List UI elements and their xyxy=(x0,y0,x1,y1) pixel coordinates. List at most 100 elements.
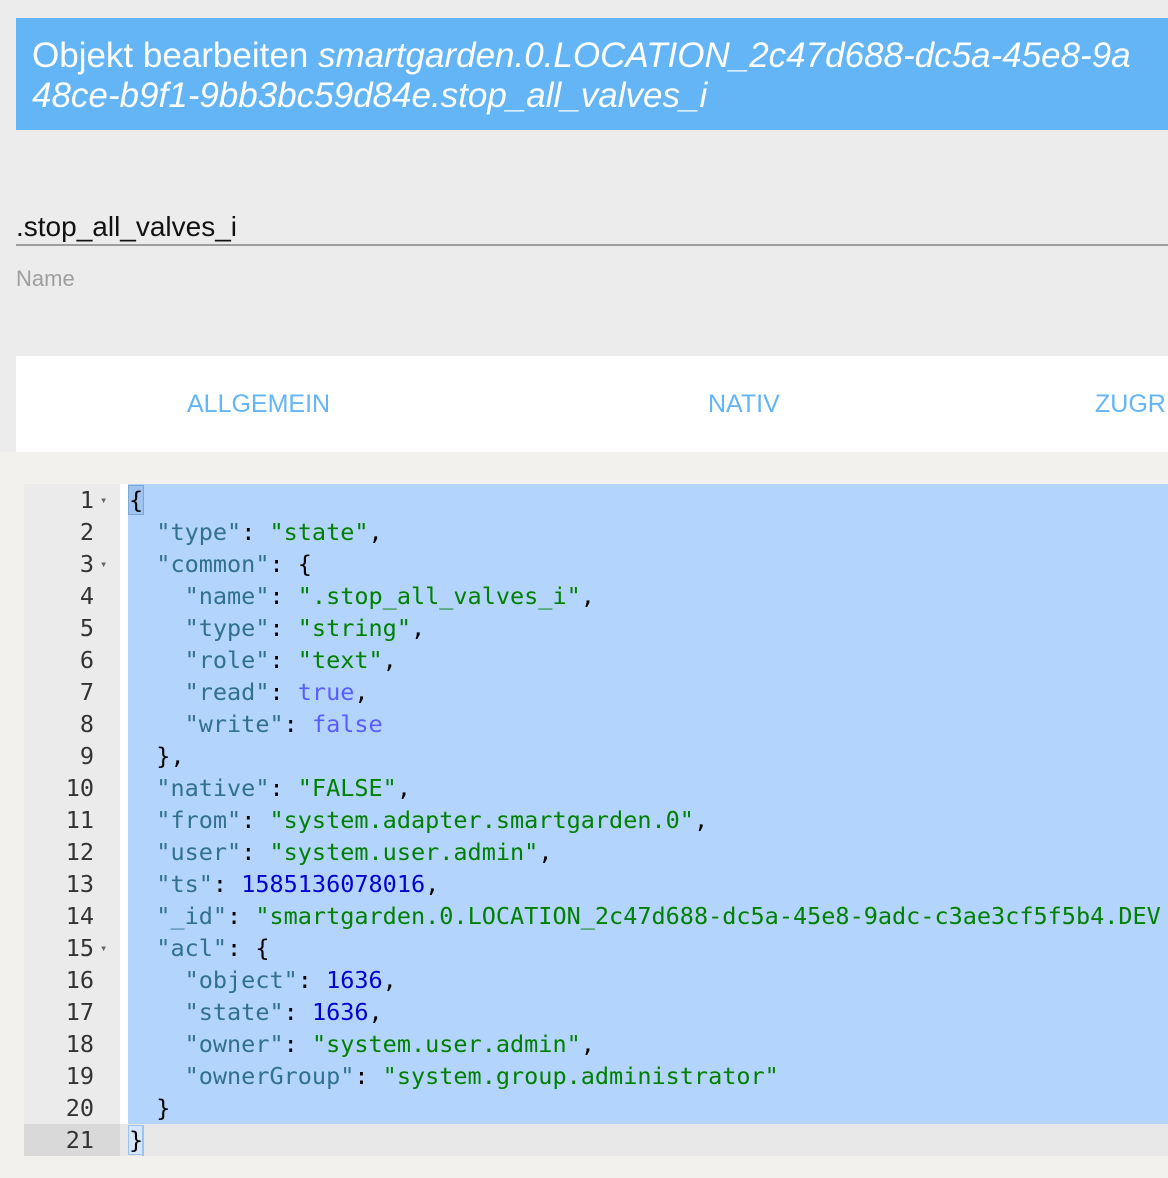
tab-zugriff[interactable]: ZUGRI xyxy=(1095,356,1168,452)
line-number: 21 xyxy=(65,1126,94,1154)
object-id-part-1: smartgarden.0.LOCATION_2c47d688-dc5a-45e… xyxy=(318,36,1131,75)
code-text: "type": "string", xyxy=(128,612,426,644)
code-text: "common": { xyxy=(128,548,312,580)
line-number: 2 xyxy=(79,518,94,546)
object-id-part-2: 48ce-b9f1-9bb3bc59d84e.stop_all_valves_i xyxy=(32,76,708,115)
code-token: "object" xyxy=(184,966,298,994)
code-token: "from" xyxy=(156,806,242,834)
line-number: 3 xyxy=(79,550,94,578)
code-token: : xyxy=(269,614,298,642)
code-token: : xyxy=(354,1062,383,1090)
code-text: "acl": { xyxy=(128,932,270,964)
line-number: 7 xyxy=(79,678,94,706)
code-token: "name" xyxy=(184,582,270,610)
code-token: "smartgarden.0.LOCATION_2c47d688-dc5a-45… xyxy=(255,902,1161,930)
code-token: "system.user.admin" xyxy=(269,838,539,866)
name-input[interactable]: .stop_all_valves_i xyxy=(16,190,1168,244)
line-number: 11 xyxy=(65,806,94,834)
code-token: ".stop_all_valves_i" xyxy=(297,582,581,610)
code-token: "system.adapter.smartgarden.0" xyxy=(269,806,694,834)
line-number: 18 xyxy=(65,1030,94,1058)
tab-nativ[interactable]: NATIV xyxy=(708,356,780,452)
code-token: "ownerGroup" xyxy=(184,1062,355,1090)
code-token: : xyxy=(283,1030,312,1058)
line-number: 16 xyxy=(65,966,94,994)
line-number: 9 xyxy=(79,742,94,770)
code-token: , xyxy=(354,678,369,706)
code-token: }, xyxy=(128,742,185,770)
code-token: : xyxy=(269,678,298,706)
code-token: { xyxy=(128,485,145,515)
name-field-label: Name xyxy=(16,266,75,291)
code-token: false xyxy=(311,710,383,738)
code-token: , xyxy=(693,806,709,834)
fold-arrow-icon[interactable]: ▾ xyxy=(100,932,107,964)
code-token: } xyxy=(128,1094,171,1122)
line-number: 15 xyxy=(65,934,94,962)
code-token: : xyxy=(227,902,256,930)
code-token: "user" xyxy=(156,838,242,866)
code-text: } xyxy=(128,1092,170,1124)
json-editor[interactable]: 1 ▾{2 "type": "state", 3 ▾ "common": {4 "na… xyxy=(24,484,1168,1156)
code-token: "role" xyxy=(184,646,270,674)
line-number: 6 xyxy=(79,646,94,674)
code-token: : xyxy=(241,806,270,834)
code-token: : xyxy=(269,582,298,610)
code-token: "text" xyxy=(297,646,383,674)
code-token: : { xyxy=(269,550,312,578)
code-token: "ts" xyxy=(156,870,213,898)
fold-arrow-icon[interactable]: ▾ xyxy=(100,548,107,580)
code-text: "role": "text", xyxy=(128,644,397,676)
code-token: "type" xyxy=(184,614,270,642)
code-text: "type": "state", xyxy=(128,516,382,548)
active-line-highlight xyxy=(24,1124,1168,1156)
code-token: "_id" xyxy=(156,902,228,930)
text-cursor xyxy=(142,1126,144,1156)
title-line-1: Objekt bearbeiten smartgarden.0.LOCATION… xyxy=(32,36,1168,76)
code-token: : { xyxy=(227,934,270,962)
tab-bar: ALLGEMEIN NATIV ZUGRI xyxy=(16,356,1168,452)
line-number: 17 xyxy=(65,998,94,1026)
code-token: , xyxy=(396,774,411,802)
code-token: , xyxy=(382,646,397,674)
code-token: "type" xyxy=(156,518,242,546)
line-number: 1 xyxy=(79,486,94,514)
code-token: true xyxy=(297,678,355,706)
code-text: { xyxy=(128,484,145,516)
code-token: "native" xyxy=(156,774,270,802)
code-token: "common" xyxy=(156,550,270,578)
code-token: : xyxy=(283,710,312,738)
code-token: 1636 xyxy=(311,998,369,1026)
code-token: "system.user.admin" xyxy=(311,1030,581,1058)
code-token: , xyxy=(382,966,397,994)
tab-allgemein[interactable]: ALLGEMEIN xyxy=(187,356,330,452)
code-token: , xyxy=(410,614,426,642)
code-token: "owner" xyxy=(184,1030,284,1058)
code-token: "FALSE" xyxy=(297,774,397,802)
code-token: : xyxy=(269,774,298,802)
code-text: "native": "FALSE", xyxy=(128,772,411,804)
code-text: "write": false xyxy=(128,708,383,740)
code-text: "user": "system.user.admin", xyxy=(128,836,552,868)
line-number: 5 xyxy=(79,614,94,642)
line-number: 19 xyxy=(65,1062,94,1090)
code-token: , xyxy=(538,838,553,866)
code-token: "string" xyxy=(297,614,411,642)
code-token: "acl" xyxy=(156,934,228,962)
name-field[interactable]: .stop_all_valves_i Name xyxy=(16,190,1168,292)
code-token: : xyxy=(269,646,298,674)
line-number: 20 xyxy=(65,1094,94,1122)
code-text: }, xyxy=(128,740,185,772)
code-token: "state" xyxy=(184,998,284,1026)
fold-arrow-icon[interactable]: ▾ xyxy=(100,484,107,516)
code-text: "ownerGroup": "system.group.administrato… xyxy=(128,1060,779,1092)
